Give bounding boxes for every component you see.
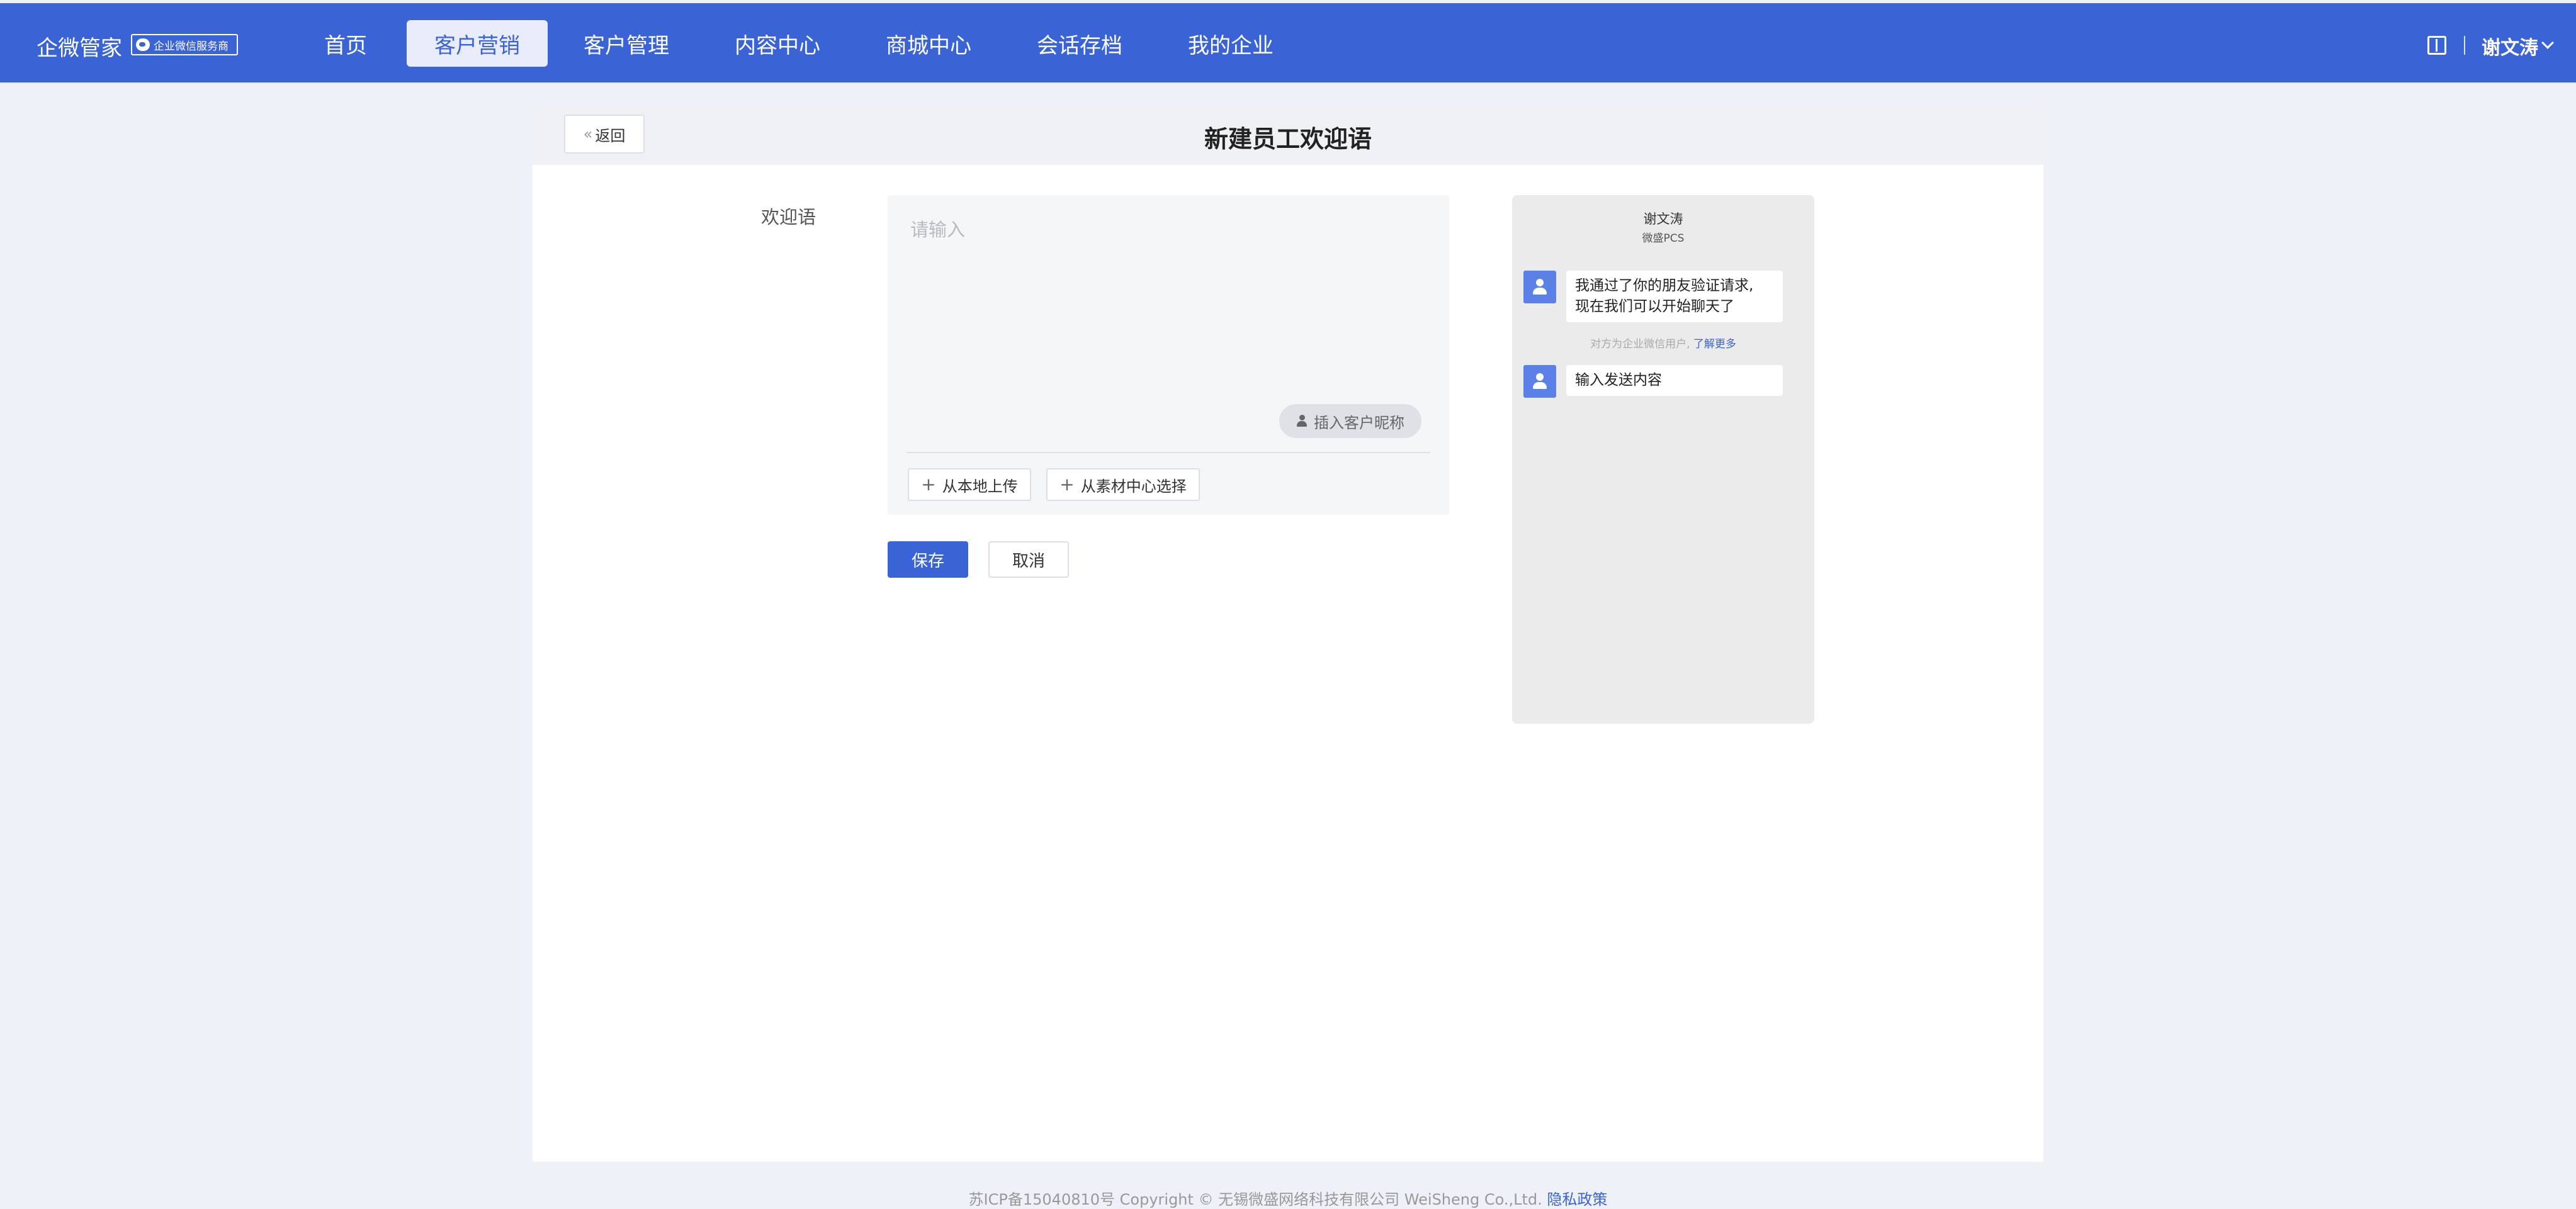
upload-local-button[interactable]: + 从本地上传 (908, 468, 1031, 501)
welcome-message-label: 欢迎语 (761, 206, 816, 228)
welcome-message-editor: 插入客户昵称 + 从本地上传 + 从素材中心选择 (888, 195, 1449, 515)
user-menu[interactable]: 谢文涛 (2482, 32, 2538, 60)
preview-contact-name: 谢文涛 (1643, 211, 1683, 227)
cancel-button[interactable]: 取消 (988, 541, 1069, 578)
wechat-work-icon (136, 38, 150, 51)
preview-note: 对方为企业微信用户, 了解更多 (1512, 335, 1814, 351)
nav-item-content-center[interactable]: 内容中心 (724, 20, 831, 67)
footer-copyright: 苏ICP备15040810号 Copyright © 无锡微盛网络科技有限公司 … (968, 1191, 1542, 1208)
avatar (1523, 365, 1556, 398)
chat-bubble-system: 我通过了你的朋友验证请求, 现在我们可以开始聊天了 (1566, 271, 1783, 322)
card-header: 新建员工欢迎语 « 返回 (533, 108, 2043, 165)
page-title: 新建员工欢迎语 (1204, 125, 1372, 153)
learn-more-link[interactable]: 了解更多 (1693, 338, 1736, 351)
person-icon (1296, 415, 1308, 427)
chevron-down-icon[interactable] (2541, 37, 2554, 49)
footer: 苏ICP备15040810号 Copyright © 无锡微盛网络科技有限公司 … (0, 1187, 2576, 1209)
top-nav: 企微管家 企业微信服务商 首页 客户营销 客户管理 内容中心 商城中心 会话存档… (0, 3, 2576, 82)
content-card: 新建员工欢迎语 « 返回 欢迎语 插入客户昵称 + 从本地上传 + 从素材中心选… (533, 108, 2043, 1162)
preview-note-text: 对方为企业微信用户, (1590, 338, 1690, 351)
brand-badge-label: 企业微信服务商 (154, 40, 229, 53)
editor-divider (907, 452, 1430, 453)
select-from-library-button[interactable]: + 从素材中心选择 (1046, 468, 1200, 501)
brand-name[interactable]: 企微管家 (37, 31, 122, 62)
chat-preview: 谢文涛 微盛PCS 我通过了你的朋友验证请求, 现在我们可以开始聊天了 对方为企… (1512, 195, 1814, 724)
back-button-label: 返回 (595, 127, 626, 145)
back-button[interactable]: « 返回 (564, 115, 645, 154)
plus-icon: + (1059, 474, 1075, 495)
nav-item-mall-center[interactable]: 商城中心 (875, 20, 982, 67)
nav-item-customer-management[interactable]: 客户管理 (573, 20, 680, 67)
nav-item-my-enterprise[interactable]: 我的企业 (1177, 20, 1284, 67)
welcome-message-input[interactable] (909, 214, 1425, 403)
plus-icon: + (921, 474, 936, 495)
chat-bubble-welcome: 输入发送内容 (1566, 365, 1783, 396)
brand-badge: 企业微信服务商 (131, 34, 238, 55)
select-from-library-label: 从素材中心选择 (1080, 477, 1187, 495)
insert-customer-nickname-label: 插入客户昵称 (1314, 413, 1404, 432)
nav-item-session-archive[interactable]: 会话存档 (1026, 20, 1133, 67)
book-icon[interactable] (2427, 36, 2446, 55)
avatar (1523, 271, 1556, 303)
upload-local-label: 从本地上传 (942, 477, 1018, 495)
save-button[interactable]: 保存 (888, 541, 968, 578)
double-chevron-left-icon: « (583, 125, 593, 143)
privacy-policy-link[interactable]: 隐私政策 (1547, 1191, 1607, 1208)
preview-contact-company: 微盛PCS (1642, 232, 1685, 245)
insert-customer-nickname-button[interactable]: 插入客户昵称 (1279, 404, 1421, 438)
chat-bubble-line: 现在我们可以开始聊天了 (1575, 298, 1734, 315)
nav-item-customer-marketing[interactable]: 客户营销 (407, 20, 548, 67)
nav-item-home[interactable]: 首页 (314, 20, 378, 67)
chat-bubble-line: 我通过了你的朋友验证请求, (1575, 278, 1754, 294)
nav-divider (2464, 36, 2465, 55)
